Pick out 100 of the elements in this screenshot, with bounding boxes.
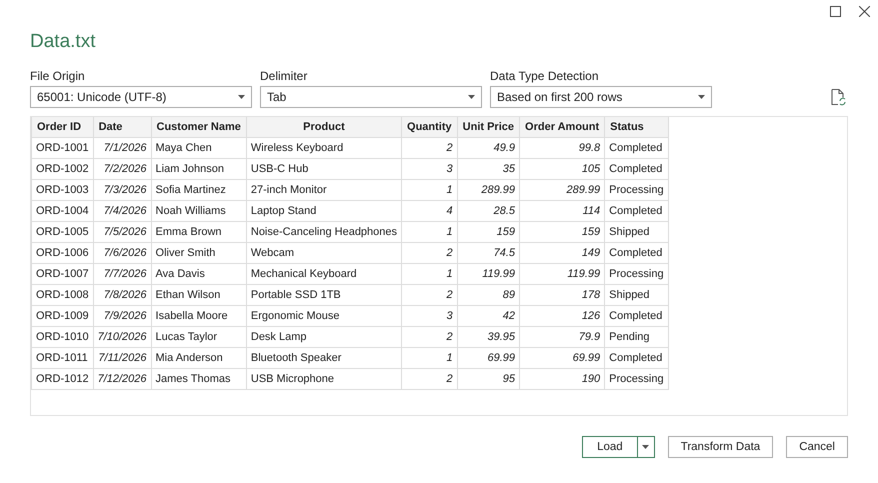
- table-cell: Liam Johnson: [151, 158, 246, 180]
- table-cell: 159: [457, 222, 520, 242]
- table-cell: 27-inch Monitor: [246, 180, 402, 200]
- table-cell: Wireless Keyboard: [246, 138, 402, 158]
- table-cell: 126: [520, 306, 605, 326]
- table-cell: 190: [520, 368, 605, 390]
- table-cell: Shipped: [604, 284, 668, 306]
- refresh-document-icon[interactable]: [831, 89, 846, 106]
- table-cell: 7/12/2026: [93, 368, 152, 390]
- table-cell: ORD-1008: [32, 284, 94, 306]
- table-cell: 74.5: [457, 242, 520, 264]
- table-cell: 79.9: [520, 326, 605, 348]
- dropdown[interactable]: Tab: [260, 86, 482, 108]
- table-cell: Sofia Martinez: [151, 180, 246, 200]
- caret-icon: [642, 445, 650, 449]
- table-cell: Noise-Canceling Headphones: [246, 222, 402, 242]
- table-cell: Lucas Taylor: [151, 326, 246, 348]
- table-cell: Maya Chen: [151, 138, 246, 158]
- field-label: Delimiter: [260, 69, 308, 83]
- table-cell: Completed: [604, 348, 668, 368]
- dropdown[interactable]: Based on first 200 rows: [490, 86, 712, 108]
- table-cell: Processing: [604, 368, 668, 390]
- column-header: Customer Name: [151, 117, 246, 138]
- table-cell: Ethan Wilson: [151, 284, 246, 306]
- table-cell: 119.99: [520, 264, 605, 284]
- dialog-button[interactable]: Transform Data: [668, 436, 774, 458]
- table-cell: 99.8: [520, 138, 605, 158]
- table-cell: Emma Brown: [151, 222, 246, 242]
- column-header: Order ID: [32, 117, 94, 138]
- table-cell: Completed: [604, 306, 668, 326]
- table-cell: Ergonomic Mouse: [246, 306, 402, 326]
- table-cell: 114: [520, 200, 605, 222]
- table-cell: 69.99: [457, 348, 520, 368]
- load-button[interactable]: Load: [582, 436, 655, 458]
- table-cell: 119.99: [457, 264, 520, 284]
- table-cell: Mia Anderson: [151, 348, 246, 368]
- table-cell: 7/2/2026: [93, 158, 152, 180]
- table-cell: 2: [402, 284, 458, 306]
- table-cell: ORD-1001: [32, 138, 94, 158]
- table-cell: 159: [520, 222, 605, 242]
- caret-icon: [468, 95, 475, 99]
- table-cell: 7/8/2026: [93, 284, 152, 306]
- table-cell: 289.99: [520, 180, 605, 200]
- table-cell: 149: [520, 242, 605, 264]
- table-cell: 2: [402, 138, 458, 158]
- table-cell: 7/11/2026: [93, 348, 152, 368]
- table-cell: 7/3/2026: [93, 180, 152, 200]
- table-cell: 289.99: [457, 180, 520, 200]
- table-cell: USB-C Hub: [246, 158, 402, 180]
- table-cell: 89: [457, 284, 520, 306]
- table-cell: 49.9: [457, 138, 520, 158]
- table-cell: 42: [457, 306, 520, 326]
- caret-icon: [698, 95, 705, 99]
- table-cell: Isabella Moore: [151, 306, 246, 326]
- table-cell: 2: [402, 242, 458, 264]
- table-cell: 1: [402, 222, 458, 242]
- window-title: Data.txt: [30, 31, 96, 54]
- table-cell: Pending: [604, 326, 668, 348]
- table-cell: 3: [402, 158, 458, 180]
- table-cell: Oliver Smith: [151, 242, 246, 264]
- table-cell: 178: [520, 284, 605, 306]
- table-cell: 105: [520, 158, 605, 180]
- table-cell: ORD-1004: [32, 200, 94, 222]
- column-header: Unit Price: [457, 117, 520, 138]
- table-cell: Ava Davis: [151, 264, 246, 284]
- table-cell: 95: [457, 368, 520, 390]
- column-header: Date: [93, 117, 152, 138]
- table-cell: 28.5: [457, 200, 520, 222]
- field-label: File Origin: [30, 69, 85, 83]
- table-cell: 7/1/2026: [93, 138, 152, 158]
- table-cell: 7/10/2026: [93, 326, 152, 348]
- maximize-icon[interactable]: [830, 6, 841, 17]
- caret-icon: [238, 95, 245, 99]
- table-cell: Completed: [604, 138, 668, 158]
- table-cell: 4: [402, 200, 458, 222]
- field-label: Data Type Detection: [490, 69, 599, 83]
- table-cell: Desk Lamp: [246, 326, 402, 348]
- table-cell: ORD-1003: [32, 180, 94, 200]
- table-cell: Processing: [604, 264, 668, 284]
- dropdown[interactable]: 65001: Unicode (UTF-8): [30, 86, 252, 108]
- table-cell: 2: [402, 368, 458, 390]
- table-cell: Webcam: [246, 242, 402, 264]
- table-cell: Completed: [604, 242, 668, 264]
- table-cell: ORD-1012: [32, 368, 94, 390]
- table-cell: 1: [402, 180, 458, 200]
- table-cell: 3: [402, 306, 458, 326]
- table-cell: James Thomas: [151, 368, 246, 390]
- table-cell: ORD-1010: [32, 326, 94, 348]
- table-cell: ORD-1009: [32, 306, 94, 326]
- table-cell: Portable SSD 1TB: [246, 284, 402, 306]
- table-cell: ORD-1005: [32, 222, 94, 242]
- table-cell: 7/9/2026: [93, 306, 152, 326]
- table-cell: Processing: [604, 180, 668, 200]
- table-cell: Shipped: [604, 222, 668, 242]
- table-cell: USB Microphone: [246, 368, 402, 390]
- close-icon[interactable]: [859, 6, 870, 17]
- dialog-button[interactable]: Cancel: [786, 436, 848, 458]
- column-header: Order Amount: [520, 117, 605, 138]
- table-cell: Noah Williams: [151, 200, 246, 222]
- table-cell: ORD-1007: [32, 264, 94, 284]
